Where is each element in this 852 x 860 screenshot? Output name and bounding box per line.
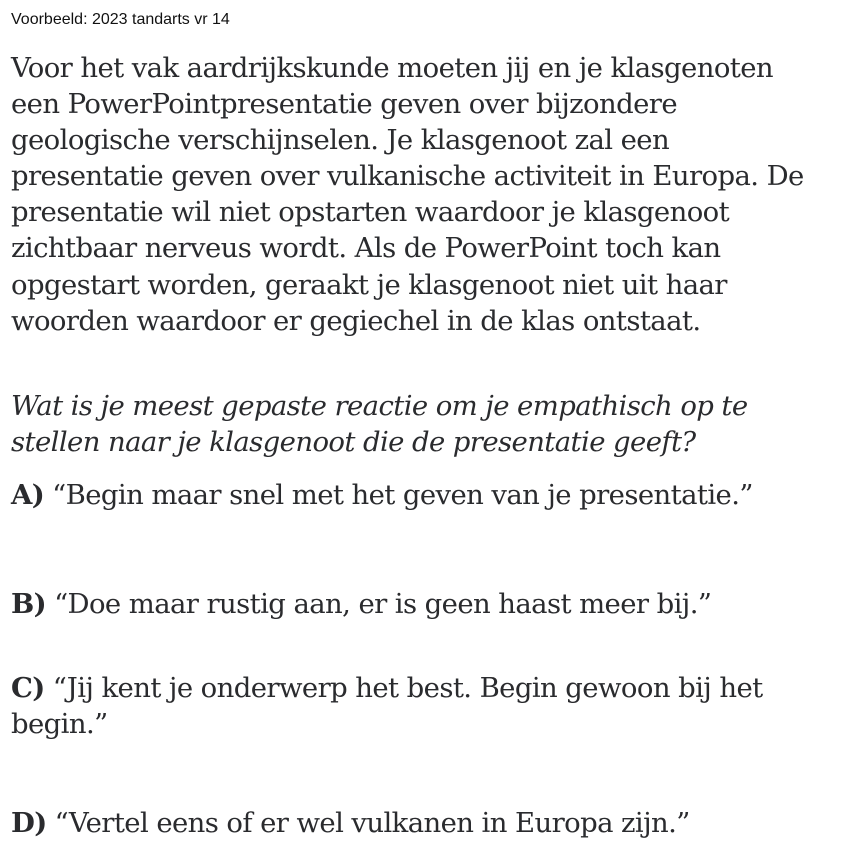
scenario-line: Voor het vak aardrijkskunde moeten jij e… (11, 52, 774, 84)
scenario-line: opgestart worden, geraakt je klasgenoot … (11, 268, 727, 301)
option-text: “Vertel eens of er wel vulkanen in Europ… (54, 807, 691, 839)
question-line: stellen naar je klasgenoot die de presen… (11, 426, 696, 459)
scenario-line: presentatie geven over vulkanische activ… (11, 160, 804, 193)
option-letter: B) (11, 588, 47, 620)
option-d: D) “Vertel eens of er wel vulkanen in Eur… (11, 805, 690, 841)
option-b: B) “Doe maar rustig aan, er is geen haast… (11, 586, 712, 622)
option-a: A) “Begin maar snel met het geven van je … (11, 477, 753, 513)
question-line: Wat is je meest gepaste reactie om je em… (11, 390, 748, 422)
scenario-line: een PowerPointpresentatie geven over bij… (11, 88, 678, 121)
scenario-paragraph: Voor het vak aardrijkskunde moeten jij e… (11, 50, 804, 339)
option-text: “Jij kent je onderwerp het best. Begin g… (52, 672, 763, 704)
scenario-line: woorden waardoor er gegiechel in de klas… (11, 304, 701, 337)
option-letter: C) (11, 672, 45, 704)
option-text: “Doe maar rustig aan, er is geen haast m… (54, 588, 712, 620)
scenario-line: zichtbaar nerveus wordt. Als de PowerPoi… (11, 232, 721, 265)
option-text-continued: begin.” (11, 708, 108, 741)
question: Wat is je meest gepaste reactie om je em… (11, 388, 748, 460)
option-letter: A) (11, 479, 45, 511)
scenario-line: geologische verschijnselen. Je klasgenoo… (11, 124, 670, 157)
example-header: Voorbeeld: 2023 tandarts vr 14 (11, 11, 230, 28)
scenario-line: presentatie wil niet opstarten waardoor … (11, 196, 730, 229)
option-c: C) “Jij kent je onderwerp het best. Begin… (11, 670, 763, 742)
option-letter: D) (11, 807, 47, 839)
option-text: “Begin maar snel met het geven van je pr… (52, 479, 753, 511)
